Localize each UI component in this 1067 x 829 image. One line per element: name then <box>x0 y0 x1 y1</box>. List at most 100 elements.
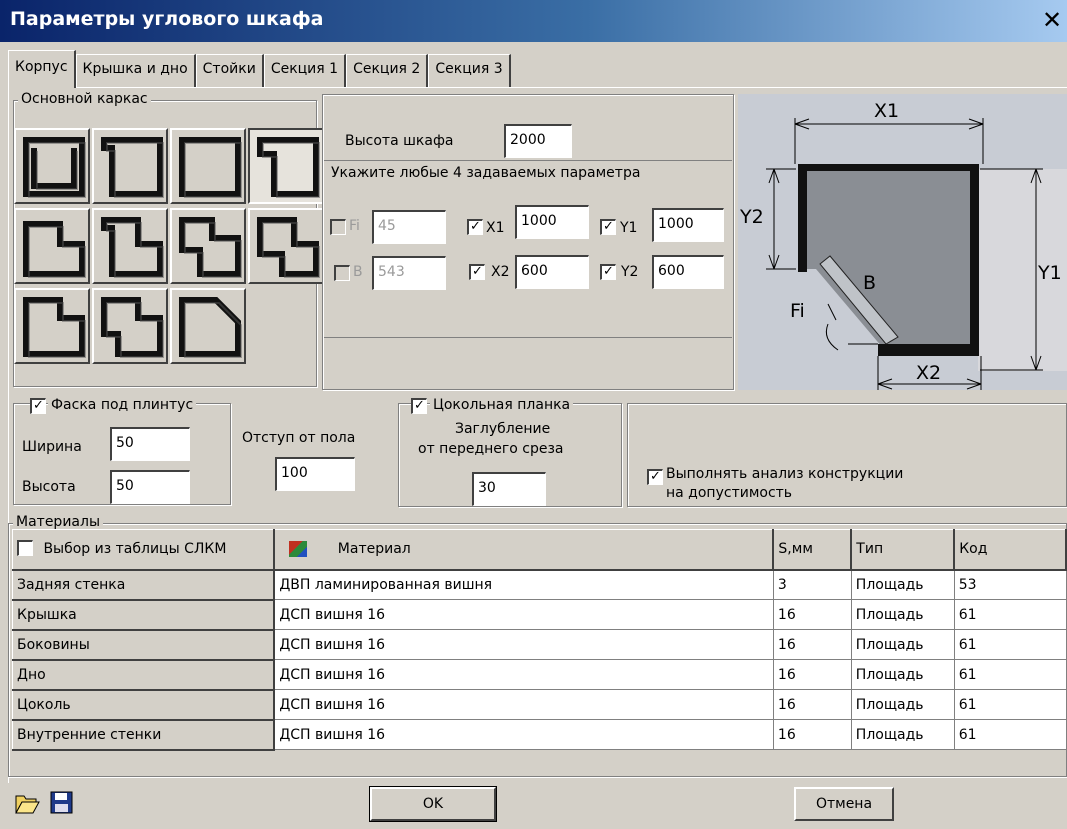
thickness-cell[interactable]: 3 <box>773 569 852 600</box>
tab-section-3[interactable]: Секция 3 <box>428 54 511 88</box>
frame-shape-option-5[interactable] <box>14 208 90 284</box>
y2-input[interactable]: 600 <box>652 255 724 289</box>
code-cell[interactable]: 53 <box>954 569 1067 600</box>
tab-top-bottom[interactable]: Крышка и дно <box>75 54 196 88</box>
y2-checkbox[interactable]: ✓ <box>600 264 616 280</box>
close-button[interactable]: ✕ <box>1039 8 1065 34</box>
part-cell[interactable]: Дно <box>12 659 276 691</box>
y1-input[interactable]: 1000 <box>652 208 724 242</box>
x1-input[interactable]: 1000 <box>515 205 589 239</box>
thickness-cell[interactable]: 16 <box>773 689 852 720</box>
type-cell[interactable]: Площадь <box>851 599 955 630</box>
save-button[interactable] <box>50 791 74 815</box>
floor-offset-input[interactable]: 100 <box>275 457 355 491</box>
part-cell[interactable]: Внутренние стенки <box>12 719 276 751</box>
frame-shape-option-2[interactable] <box>92 128 168 204</box>
thickness-cell[interactable]: 16 <box>773 719 852 750</box>
frame-shape-option-6[interactable] <box>92 208 168 284</box>
folder-open-icon[interactable] <box>14 791 40 815</box>
code-cell[interactable]: 61 <box>954 629 1067 660</box>
part-cell[interactable]: Цоколь <box>12 689 276 721</box>
frame-shape-option-3[interactable] <box>170 128 246 204</box>
analysis-checkbox[interactable]: ✓ <box>647 469 663 485</box>
frame-shape-option-11[interactable] <box>170 288 246 364</box>
height-input[interactable]: 2000 <box>504 124 572 158</box>
base-strip-depth-line1: Заглубление <box>455 421 551 437</box>
fi-checkbox[interactable] <box>330 219 346 235</box>
cabinet-shape-icon <box>257 137 320 198</box>
base-strip-legend: Цокольная планка <box>430 397 574 413</box>
y2-label: Y2 <box>621 264 639 280</box>
cabinet-shape-icon <box>179 217 242 278</box>
part-cell[interactable]: Задняя стенка <box>12 569 276 601</box>
x2-checkbox[interactable]: ✓ <box>469 264 485 280</box>
table-row[interactable]: Задняя стенка ДВП ламинированная вишня 3 Пл… <box>12 569 1067 601</box>
plinth-checkbox[interactable]: ✓ <box>30 398 46 414</box>
params-legend: Укажите любые 4 задаваемых параметра <box>328 165 644 181</box>
material-cell[interactable]: ДСП вишня 16 <box>274 599 774 630</box>
open-button[interactable] <box>14 791 40 815</box>
cabinet-shape-icon <box>23 137 86 198</box>
type-cell[interactable]: Площадь <box>851 689 955 720</box>
cabinet-diagram-drawing <box>766 118 1067 390</box>
x2-input[interactable]: 600 <box>515 255 589 289</box>
tab-posts[interactable]: Стойки <box>195 54 264 88</box>
material-cell[interactable]: ДВП ламинированная вишня <box>274 569 774 600</box>
code-cell[interactable]: 61 <box>954 689 1067 720</box>
b-checkbox[interactable] <box>334 265 350 281</box>
plinth-height-input[interactable]: 50 <box>110 470 190 504</box>
table-row[interactable]: Дно ДСП вишня 16 16 Площадь 61 <box>12 659 1067 691</box>
b-input[interactable]: 543 <box>372 256 446 290</box>
plinth-height-label: Высота <box>22 479 76 495</box>
x1-label: X1 <box>486 220 505 236</box>
material-cell[interactable]: ДСП вишня 16 <box>274 629 774 660</box>
diagram-x1-label: X1 <box>874 100 900 122</box>
material-cell[interactable]: ДСП вишня 16 <box>274 689 774 720</box>
cancel-button[interactable]: Отмена <box>794 787 894 821</box>
code-cell[interactable]: 61 <box>954 659 1067 690</box>
tab-section-2[interactable]: Секция 2 <box>346 54 429 88</box>
material-cell[interactable]: ДСП вишня 16 <box>274 719 774 750</box>
base-strip-checkbox[interactable]: ✓ <box>411 398 427 414</box>
thickness-cell[interactable]: 16 <box>773 599 852 630</box>
material-cell[interactable]: ДСП вишня 16 <box>274 659 774 690</box>
frame-shape-option-9[interactable] <box>14 288 90 364</box>
ok-button[interactable]: OK <box>369 786 497 822</box>
part-cell[interactable]: Крышка <box>12 599 276 631</box>
frame-shape-option-1[interactable] <box>14 128 90 204</box>
thickness-cell[interactable]: 16 <box>773 659 852 690</box>
select-slkm-cell: Выбор из таблицы СЛКМ <box>12 529 276 571</box>
table-row[interactable]: Внутренние стенки ДСП вишня 16 16 Площадь 61 <box>12 719 1067 751</box>
table-row[interactable]: Цоколь ДСП вишня 16 16 Площадь 61 <box>12 689 1067 721</box>
floppy-save-icon[interactable] <box>50 791 74 815</box>
frame-shape-option-7[interactable] <box>170 208 246 284</box>
frame-shape-option-8[interactable] <box>248 208 324 284</box>
select-slkm-checkbox[interactable] <box>17 540 33 557</box>
close-icon[interactable]: ✕ <box>1042 6 1062 34</box>
table-row[interactable]: Крышка ДСП вишня 16 16 Площадь 61 <box>12 599 1067 631</box>
x1-checkbox[interactable]: ✓ <box>467 219 483 235</box>
type-cell[interactable]: Площадь <box>851 629 955 660</box>
code-cell[interactable]: 61 <box>954 599 1067 630</box>
analysis-label-line2: на допустимость <box>666 485 793 501</box>
type-cell[interactable]: Площадь <box>851 719 955 750</box>
cabinet-shape-icon <box>23 221 86 278</box>
frame-shape-option-4[interactable] <box>248 128 324 204</box>
thickness-cell[interactable]: 16 <box>773 629 852 660</box>
base-strip-depth-input[interactable]: 30 <box>472 472 546 506</box>
y1-checkbox[interactable]: ✓ <box>600 219 616 235</box>
divider <box>324 160 732 161</box>
table-row[interactable]: Боковины ДСП вишня 16 16 Площадь 61 <box>12 629 1067 661</box>
cabinet-shape-icon <box>179 137 242 198</box>
s-header: S,мм <box>772 529 853 571</box>
material-library-icon[interactable] <box>289 541 308 558</box>
type-cell[interactable]: Площадь <box>851 569 955 600</box>
code-cell[interactable]: 61 <box>954 719 1067 750</box>
type-cell[interactable]: Площадь <box>851 659 955 690</box>
plinth-width-input[interactable]: 50 <box>110 427 190 461</box>
fi-input[interactable]: 45 <box>372 210 446 244</box>
tab-section-1[interactable]: Секция 1 <box>263 54 347 88</box>
tab-korpus[interactable]: Корпус <box>8 50 76 88</box>
part-cell[interactable]: Боковины <box>12 629 276 661</box>
frame-shape-option-10[interactable] <box>92 288 168 364</box>
